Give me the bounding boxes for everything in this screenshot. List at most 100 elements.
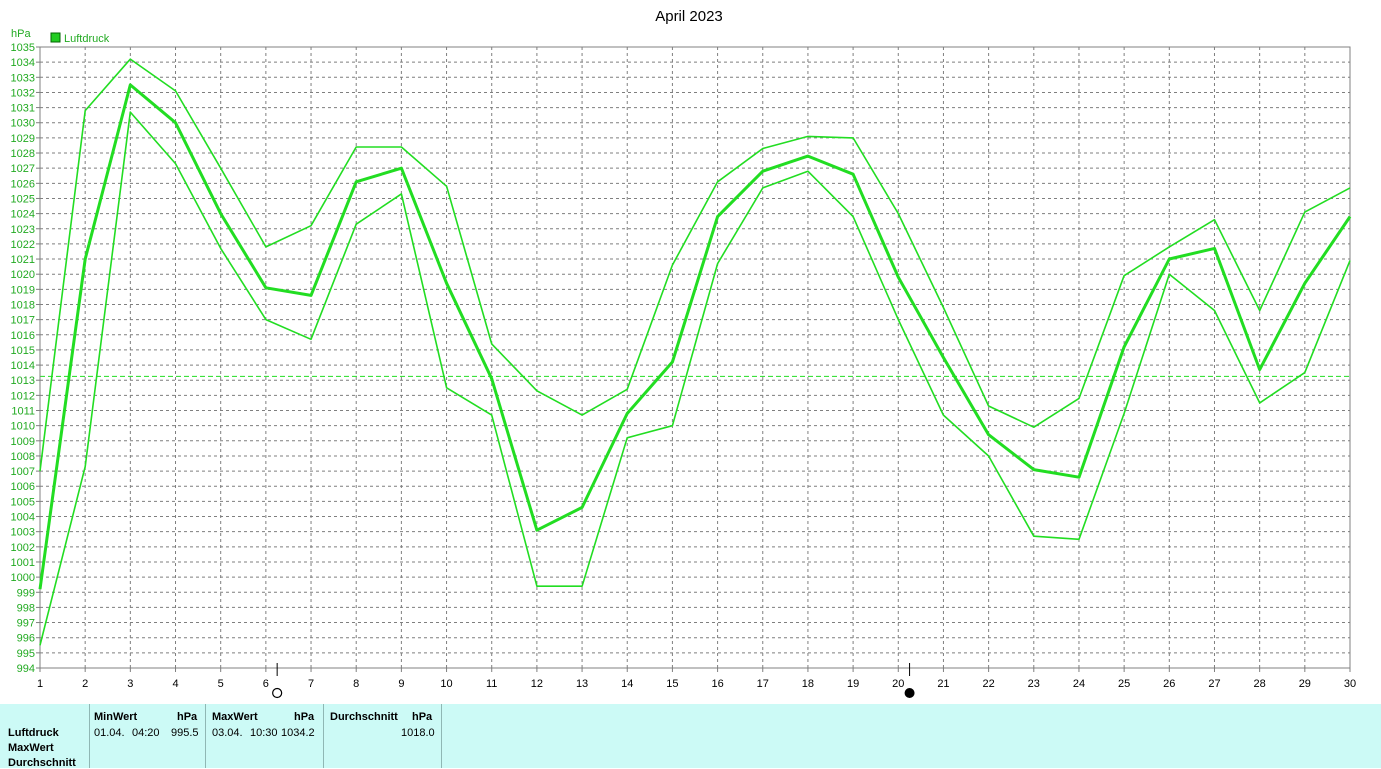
y-tick-label: 1010 [11,421,35,433]
x-tick-label: 28 [1254,678,1266,690]
row-label-luftdruck: Luftdruck [8,727,59,739]
series-line-max [39,58,1351,472]
y-tick-label: 998 [17,602,35,614]
x-tick-label: 29 [1299,678,1311,690]
y-tick-label: 1032 [11,87,35,99]
y-tick-label: 1023 [11,224,35,236]
y-tick-label: 1016 [11,330,35,342]
y-axis: 994 995 996 997 998 999 1000 1001 1002 1003 1004 10… [11,42,40,675]
y-tick-label: 1031 [11,103,35,115]
y-tick-label: 996 [17,633,35,645]
y-tick-label: 1009 [11,436,35,448]
y-tick-label: 1025 [11,193,35,205]
y-tick-label: 1027 [11,163,35,175]
x-tick-label: 25 [1118,678,1130,690]
y-tick-label: 1007 [11,466,35,478]
max-unit: hPa [294,711,315,723]
series-line-mean [38,83,1352,590]
max-value: 1034.2 [281,727,315,739]
y-tick-label: 1017 [11,315,35,327]
y-tick-label: 1000 [11,572,35,584]
y-tick-label: 999 [17,587,35,599]
x-tick-label: 7 [308,678,314,690]
x-tick-label: 17 [757,678,769,690]
x-tick-label: 30 [1344,678,1356,690]
min-time: 04:20 [132,727,160,739]
y-tick-label: 994 [17,663,35,675]
x-tick-label: 9 [398,678,404,690]
x-tick-label: 18 [802,678,814,690]
stats-max-column: MaxWert hPa 03.04. 10:30 1034.2 [206,704,324,768]
series-line-min [39,111,1351,646]
x-tick-label: 11 [486,678,497,690]
y-tick-label: 1013 [11,375,35,387]
y-tick-label: 1026 [11,178,35,190]
statistics-panel: Luftdruck MaxWert Durchschnitt MinWert h… [0,704,1381,769]
x-tick-label: 27 [1208,678,1220,690]
x-tick-label: 16 [711,678,723,690]
y-tick-label: 1005 [11,496,35,508]
x-tick-label: 21 [937,678,949,690]
y-tick-label: 1008 [11,451,35,463]
plot-frame [39,46,1351,669]
y-tick-label: 995 [17,648,35,660]
x-tick-label: 19 [847,678,859,690]
new-moon-icon [904,688,915,698]
x-tick-label: 4 [172,678,178,690]
y-tick-label: 1011 [11,406,35,418]
min-value: 995.5 [171,727,199,739]
chart-title: April 2023 [655,8,723,25]
y-tick-label: 1006 [11,481,35,493]
series-lines [38,58,1352,646]
y-tick-label: 1015 [11,345,35,357]
average-unit: hPa [412,711,433,723]
legend-label: Luftdruck [64,33,110,45]
y-tick-label: 1001 [11,557,35,569]
y-tick-label: 1028 [11,148,35,160]
stats-row-labels: Luftdruck MaxWert Durchschnitt [0,704,90,769]
y-tick-label: 1030 [11,118,35,130]
x-tick-label: 14 [621,678,633,690]
x-tick-label: 26 [1163,678,1175,690]
max-header: MaxWert [212,711,258,723]
x-tick-label: 20 [892,678,904,690]
x-tick-label: 24 [1073,678,1085,690]
y-tick-label: 1003 [11,527,35,539]
x-tick-label: 12 [531,678,543,690]
min-date: 01.04. [94,727,125,739]
full-moon-icon [272,687,283,699]
y-tick-label: 1002 [11,542,35,554]
y-tick-label: 1022 [11,239,35,251]
grid-lines [40,47,1350,668]
average-value: 1018.0 [401,727,435,739]
min-header: MinWert [94,711,138,723]
y-tick-label: 997 [17,618,35,630]
x-tick-label: 22 [982,678,994,690]
max-time: 10:30 [250,727,278,739]
stats-min-column: MinWert hPa 01.04. 04:20 995.5 [90,704,206,768]
y-tick-label: 1034 [11,57,35,69]
x-axis: 1 2 3 4 5 6 7 8 9 10 11 12 13 14 15 16 17 18 19 20 21 22 23 24 2… [37,668,1356,690]
stats-average-column: Durchschnitt hPa 1018.0 [324,704,442,768]
y-tick-label: 1033 [11,72,35,84]
y-tick-label: 1014 [11,360,35,372]
y-tick-label: 1004 [11,512,35,524]
x-tick-label: 2 [82,678,88,690]
x-tick-label: 15 [666,678,678,690]
max-date: 03.04. [212,727,243,739]
y-tick-label: 1035 [11,42,35,54]
y-tick-label: 1018 [11,299,35,311]
pressure-chart: April 2023 hPa Luftdruck 994 995 996 997 998… [11,8,1356,699]
x-tick-label: 8 [353,678,359,690]
row-label-durchschnitt: Durchschnitt [8,757,76,769]
x-tick-label: 5 [218,678,224,690]
y-tick-label: 1020 [11,269,35,281]
y-axis-unit-label: hPa [11,28,31,40]
x-tick-label: 6 [263,678,269,690]
y-tick-label: 1029 [11,133,35,145]
y-tick-label: 1024 [11,209,35,221]
min-unit: hPa [177,711,198,723]
average-header: Durchschnitt [330,711,398,723]
x-tick-label: 23 [1028,678,1040,690]
y-tick-label: 1019 [11,284,35,296]
